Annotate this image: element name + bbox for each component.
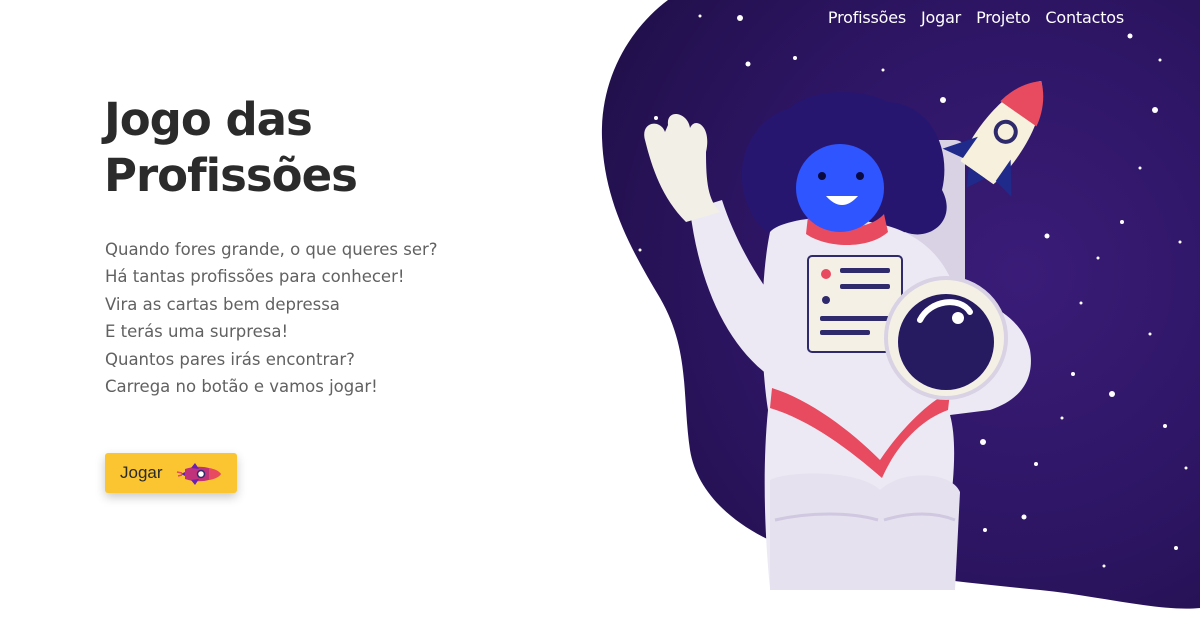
poem-line: Há tantas profissões para conhecer!: [105, 267, 405, 287]
nav-item-projeto[interactable]: Projeto: [976, 8, 1031, 28]
intro-poem: Quando fores grande, o que queres ser? H…: [105, 236, 525, 400]
poem-line: E terás uma surpresa!: [105, 322, 289, 342]
nav-item-profissoes[interactable]: Profissões: [828, 8, 906, 28]
nav-item-contactos[interactable]: Contactos: [1045, 8, 1124, 28]
play-button[interactable]: Jogar: [105, 453, 237, 493]
page-title: Jogo das Profissões: [104, 93, 358, 202]
poem-line: Quantos pares irás encontrar?: [105, 349, 355, 369]
nav-item-jogar[interactable]: Jogar: [921, 8, 961, 28]
play-button-label: Jogar: [120, 463, 163, 482]
poem-line: Quando fores grande, o que queres ser?: [105, 240, 438, 259]
rocket-icon: [176, 463, 221, 485]
top-nav: Profissões Jogar Projeto Contactos: [828, 8, 1124, 28]
poem-line: Carrega no botão e vamos jogar!: [105, 377, 378, 397]
poem-line: Vira as cartas bem depressa: [105, 294, 340, 314]
